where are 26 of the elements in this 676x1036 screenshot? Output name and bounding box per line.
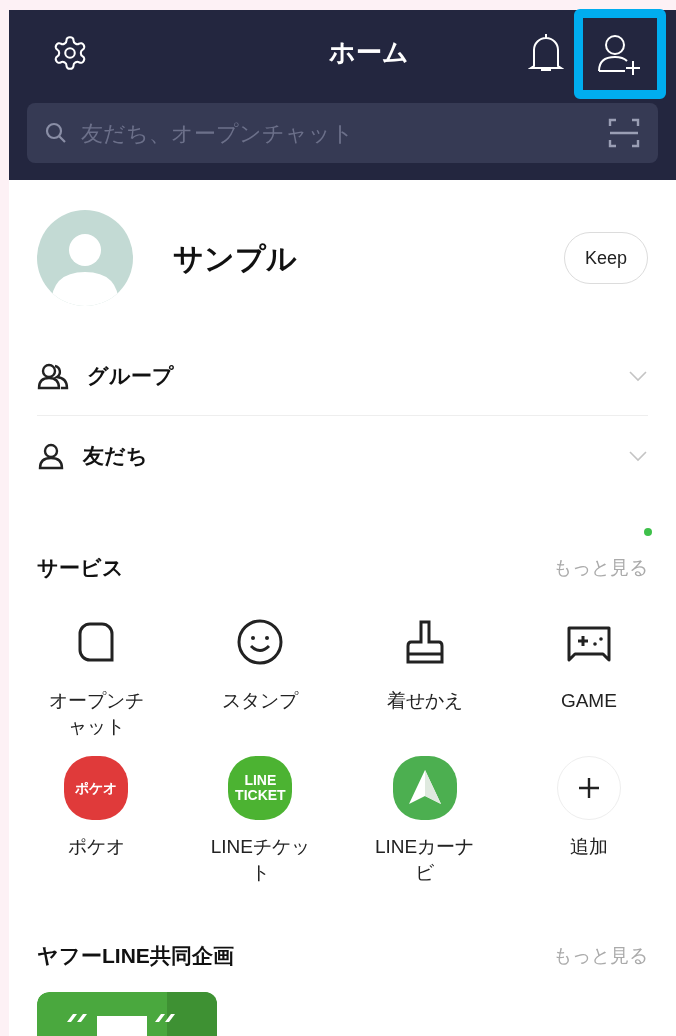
service-label[interactable]: スタンプ <box>205 688 316 740</box>
bell-icon[interactable] <box>528 31 564 74</box>
row-label: 友だち <box>83 443 149 470</box>
page-title: ホーム <box>328 36 409 69</box>
add-friend-button[interactable] <box>574 8 666 99</box>
list-row[interactable]: グループ <box>37 336 648 416</box>
service-label[interactable]: GAME <box>533 688 644 740</box>
service-label[interactable]: LINEカーナビ <box>369 834 480 886</box>
app-icon: ポケオ <box>64 756 129 820</box>
profile-name: サンプル <box>173 240 298 277</box>
person-icon <box>37 442 65 470</box>
section-title: サービス <box>37 555 124 582</box>
service-label[interactable]: 追加 <box>533 834 644 886</box>
service-label[interactable]: ポケオ <box>41 834 152 886</box>
section-title: ヤフーLINE共同企画 <box>37 943 234 970</box>
people-icon <box>37 361 69 390</box>
list-row[interactable]: 友だち <box>37 416 648 496</box>
service-label[interactable]: LINEチケット <box>205 834 316 886</box>
add-person-icon <box>597 32 643 75</box>
row-label: グループ <box>87 362 175 389</box>
service-label[interactable]: オープンチャット <box>41 688 152 740</box>
qr-scan-icon[interactable] <box>608 118 640 148</box>
service-label[interactable]: 着せかえ <box>369 688 480 740</box>
smiley-icon <box>236 618 285 666</box>
search-icon <box>45 122 67 144</box>
app-icon: LINE TICKET <box>228 756 293 820</box>
